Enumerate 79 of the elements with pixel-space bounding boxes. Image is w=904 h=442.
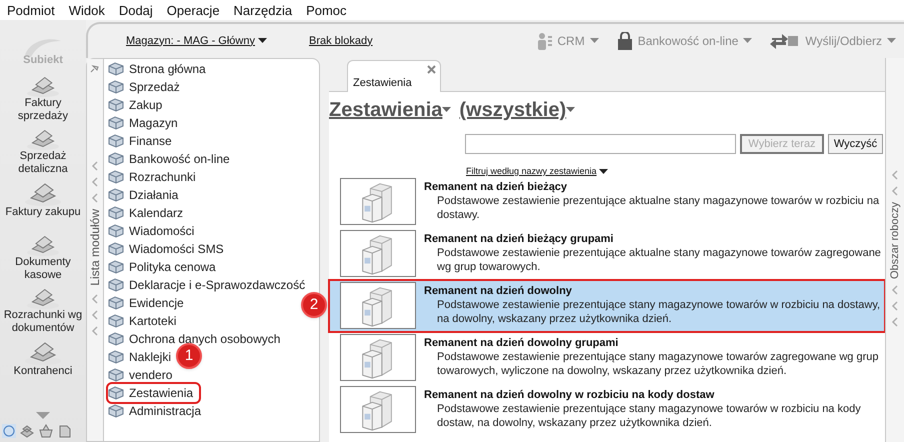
module-item[interactable]: Polityka cenowa [108, 258, 222, 276]
report-row[interactable]: Remanent na dzień bieżący grupami Podstawowe zestawienie prezentujące aktualne stany magazynowe towarów zagregowane wg grup towarowych. [329, 228, 885, 280]
nav-item[interactable]: Dokumenty kasowe [0, 256, 86, 282]
clear-button[interactable]: Wyczyść [828, 134, 883, 154]
report-row[interactable]: Remanent na dzień dowolny grupami Podstawowe zestawienie prezentujące stany magazynowe towarów zagregowane wg grup towarowych, wyliczone na dowolny, wskazany przez użytkownika dzień. [329, 332, 885, 384]
chevron-left-icon[interactable] [91, 294, 99, 304]
module-item[interactable]: Magazyn [108, 114, 184, 132]
boxes-icon [340, 178, 416, 225]
app-logo-name: Subiekt [23, 55, 63, 66]
panel-title: Obszar roboczy [890, 202, 900, 280]
person-icon [536, 32, 552, 50]
boxes-icon [340, 282, 416, 329]
report-title: Remanent na dzień dowolny w rozbiciu na kody dostaw [424, 388, 716, 402]
chevron-left-icon[interactable] [891, 317, 899, 328]
panel-title: Lista modułów [89, 209, 101, 286]
report-title: Remanent na dzień dowolny grupami [424, 336, 620, 350]
module-item[interactable]: Ewidencje [108, 294, 190, 312]
close-icon[interactable] [427, 65, 436, 74]
module-item[interactable]: Finanse [108, 132, 178, 150]
boxes-icon [340, 386, 416, 433]
menu-item[interactable]: Pomoc [306, 4, 347, 16]
basket-icon[interactable] [38, 424, 54, 438]
module-item[interactable]: Sprzedaż [108, 78, 186, 96]
module-item[interactable]: Rozrachunki [108, 168, 202, 186]
nav-item[interactable]: Kontrahenci [14, 365, 72, 378]
heading-dropdown[interactable]: Zestawienia [329, 96, 452, 124]
lock-status-link[interactable]: Brak blokady [308, 32, 373, 50]
module-item[interactable]: Zakup [108, 96, 168, 114]
menu-item[interactable]: Operacje [166, 4, 220, 16]
tab[interactable]: Zestawienia [347, 60, 441, 92]
warehouse-selector[interactable]: Magazyn: - MAG - Główny [126, 32, 267, 50]
module-item[interactable]: Działania [108, 186, 184, 204]
module-item[interactable]: Naklejki [108, 348, 178, 366]
report-title: Remanent na dzień bieżący [424, 180, 568, 194]
module-item[interactable]: Kartoteki [108, 312, 182, 330]
report-description: Podstawowe zestawienie prezentujące aktualne stany magazynowe towarów w rozbiciu na dostawy. [436, 194, 880, 222]
module-item[interactable]: Deklaracje i e-Sprawozdawczość [108, 276, 312, 294]
menu-item[interactable]: Widok [68, 4, 105, 16]
module-item[interactable]: Strona główna [108, 60, 212, 78]
pin-icon[interactable] [90, 63, 100, 73]
arrows-icon [770, 32, 800, 50]
search-field[interactable] [465, 134, 736, 154]
module-item[interactable]: vendero [108, 366, 178, 384]
module-item[interactable]: Bankowość on-line [108, 150, 236, 168]
module-item[interactable]: Wiadomości [108, 222, 200, 240]
nav-item[interactable]: Faktury zakupu [5, 206, 81, 219]
module-item[interactable]: Kalendarz [108, 204, 190, 222]
stack-icon[interactable] [19, 424, 35, 438]
filter-link[interactable]: Filtruj według nazwy zestawienia [466, 165, 608, 178]
nav-item[interactable]: Sprzedaż detaliczna [0, 150, 86, 176]
report-row[interactable]: Remanent na dzień dowolny Podstawowe zestawienie prezentujące stany magazynowe towarów w rozbiciu na dostawy, na dowolny, wskazany przez użytkownika dzień. [329, 280, 885, 332]
report-row[interactable]: Remanent na dzień dowolny w rozbiciu na kody dostaw Podstawowe zestawienie prezentujące stany magazynowe towarów w rozbiciu na kody dostaw, na dowolny, wskazany przez użytkownika dzień. [329, 384, 885, 436]
report-description: Podstawowe zestawienie prezentujące stany magazynowe towarów w rozbiciu na kody dostaw, na dowolny, wskazany przez użytkownika dzień. [436, 402, 862, 430]
nav-item[interactable]: Rozrachunki wg dokumentów [0, 309, 86, 335]
module-item[interactable]: Administracja [108, 402, 208, 420]
menu-item[interactable]: Dodaj [118, 4, 153, 16]
chevron-left-icon[interactable] [91, 326, 99, 336]
menu-item[interactable]: Narzędzia [234, 4, 292, 16]
report-description: Podstawowe zestawienie prezentujące stany magazynowe towarów w rozbiciu na dostawy, na dowolny, wskazany przez użytkownika dzień. [436, 298, 881, 326]
chevron-left-icon[interactable] [91, 310, 99, 320]
report-row[interactable]: Remanent na dzień bieżący Podstawowe zestawienie prezentujące aktualne stany magazynowe towarów w rozbiciu na dostawy. [329, 176, 885, 228]
report-description: Podstawowe zestawienie prezentujące aktualne stany magazynowe towarów zagregowane wg grup towarowych. [436, 246, 881, 274]
nav-item[interactable]: Faktury sprzedaży [0, 97, 86, 123]
chevron-left-icon[interactable] [891, 301, 899, 312]
circle-icon[interactable] [2, 424, 16, 438]
caret-down-icon[interactable] [598, 168, 608, 175]
boxes-icon [340, 334, 416, 381]
report-title: Remanent na dzień bieżący grupami [424, 232, 614, 246]
module-item[interactable]: Zestawienia [108, 384, 200, 402]
heading-dropdown[interactable]: (wszystkie) [459, 96, 576, 124]
chevron-left-icon[interactable] [891, 285, 899, 296]
report-description: Podstawowe zestawienie prezentujące stany magazynowe towarów zagregowane wg grup towarowych, wyliczone na dowolny, wskazany przez użytkownika dzień. [436, 350, 880, 378]
boxes-icon [340, 230, 416, 277]
scroll-down-icon[interactable] [36, 412, 50, 420]
caret-down-icon[interactable] [258, 38, 267, 44]
report-title: Remanent na dzień dowolny [424, 284, 573, 298]
menu-item[interactable]: Podmiot [7, 4, 55, 16]
lock-icon [616, 32, 633, 50]
module-item[interactable]: Wiadomości SMS [108, 240, 230, 258]
